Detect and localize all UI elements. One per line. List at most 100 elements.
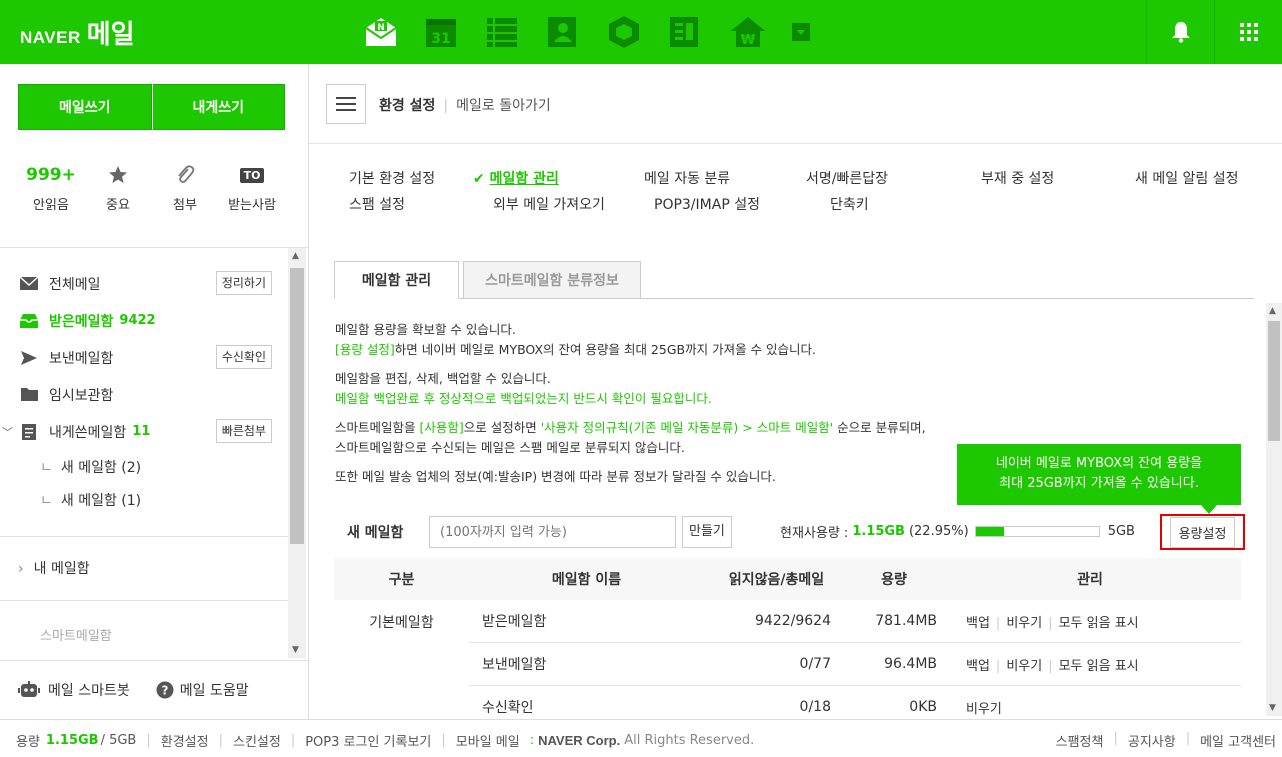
notification-bell-icon[interactable] — [1146, 0, 1214, 64]
quick-important[interactable]: 중요 — [85, 162, 151, 213]
new-mailbox-input[interactable] — [429, 516, 676, 548]
col-size: 용량 — [881, 572, 907, 588]
mark-all-read-link[interactable]: 모두 읽음 표시 — [1059, 659, 1139, 674]
footer-settings-link[interactable]: 환경설정 — [161, 731, 209, 750]
footer-skin-link[interactable]: 스킨설정 — [233, 731, 281, 750]
table-header: 구분 메일함 이름 읽지않음/총메일 용량 관리 — [334, 558, 1241, 600]
capacity-setting-button[interactable]: 용량설정 — [1169, 516, 1236, 548]
row-mailbox-name[interactable]: 보낸메일함 — [469, 654, 704, 674]
pay-icon[interactable]: ₩ — [730, 14, 791, 50]
tab-smart-mailbox-info[interactable]: 스마트메일함 분류정보 — [463, 261, 641, 299]
empty-link[interactable]: 비우기 — [966, 702, 1002, 717]
folder-self[interactable]: ﹀ 내게쓴메일함 11 빠른첨부 — [0, 413, 288, 450]
table-row: 보낸메일함 0/77 96.4MB 백업 | 비우기 | 모두 읽음 표시 — [334, 643, 1241, 686]
row-mailbox-name[interactable]: 받은메일함 — [469, 611, 704, 631]
unread-count: 999+ — [26, 165, 76, 185]
scroll-thumb[interactable] — [290, 268, 304, 544]
sub-folder-item[interactable]: ㄴ 새 메일함 (2) — [0, 450, 288, 483]
my-mailbox-toggle[interactable]: › 내 메일함 — [18, 558, 90, 578]
backup-link[interactable]: 백업 — [966, 616, 990, 631]
scroll-down-arrow-icon[interactable]: ▼ — [1269, 703, 1276, 713]
menu-signature[interactable]: 서명/빠른답장 — [806, 168, 888, 188]
footer-usage-label: 용량 — [16, 735, 40, 750]
quick-label-attachment: 첨부 — [173, 198, 197, 213]
scroll-up-arrow-icon[interactable]: ▲ — [1269, 306, 1276, 316]
quick-recipient[interactable]: TO 받는사람 — [219, 162, 285, 213]
quick-attachment[interactable]: 첨부 — [152, 162, 218, 213]
menu-pop3-imap[interactable]: POP3/IMAP 설정 — [654, 194, 760, 214]
menu-shortcuts[interactable]: 단축키 — [830, 194, 869, 214]
menu-auto-sort[interactable]: 메일 자동 분류 — [644, 168, 730, 188]
scroll-thumb[interactable] — [1268, 321, 1280, 441]
quick-attach-button[interactable]: 빠른첨부 — [215, 419, 272, 443]
folder-drafts[interactable]: 임시보관함 — [0, 376, 288, 413]
folder-all[interactable]: 전체메일 정리하기 — [0, 265, 288, 302]
footer-corp[interactable]: NAVER Corp. — [538, 733, 620, 748]
sidebar-divider — [0, 660, 309, 661]
empty-link[interactable]: 비우기 — [1006, 616, 1042, 631]
quick-unread[interactable]: 999+ 안읽음 — [18, 162, 84, 213]
box-icon[interactable] — [608, 14, 669, 50]
footer-separator: | — [441, 733, 446, 748]
scroll-down-arrow-icon[interactable]: ▼ — [292, 645, 299, 655]
create-mailbox-button[interactable]: 만들기 — [682, 516, 732, 548]
notice-link[interactable]: 공지사항 — [1128, 731, 1176, 750]
tab-bar: 메일함 관리 스마트메일함 분류정보 — [334, 261, 1254, 299]
spam-policy-link[interactable]: 스팸정책 — [1056, 731, 1104, 750]
capacity-tooltip: 네이버 메일로 MYBOX의 잔여 용량을 최대 25GB까지 가져올 수 있습… — [957, 444, 1241, 514]
back-to-mail-link[interactable]: 메일로 돌아가기 — [456, 98, 551, 114]
compose-self-button[interactable]: 내게쓰기 — [151, 84, 285, 130]
sidebar-scrollbar[interactable]: ▲ ▼ — [288, 248, 306, 658]
menu-out-of-office[interactable]: 부재 중 설정 — [981, 168, 1054, 188]
menu-basic-settings[interactable]: 기본 환경 설정 — [349, 168, 435, 188]
row-size: 781.4MB — [875, 613, 937, 629]
note-icon[interactable] — [669, 14, 730, 50]
empty-link[interactable]: 비우기 — [1006, 659, 1042, 674]
folder-label: 내게쓴메일함 — [49, 424, 127, 441]
mail-app-icon[interactable]: N — [364, 14, 425, 50]
folder-inbox[interactable]: 받은메일함 9422 — [0, 302, 288, 339]
tooltip-line: 네이버 메일로 MYBOX의 잔여 용량을 — [995, 456, 1203, 471]
naver-mail-logo[interactable]: NAVER 메일 — [20, 14, 135, 51]
menu-mailbox-manage[interactable]: ✔ 메일함 관리 — [473, 168, 559, 188]
more-dropdown-icon[interactable] — [791, 14, 852, 50]
desc-text: 메일함 용량을 확보할 수 있습니다. — [335, 322, 516, 337]
folder-sent[interactable]: 보낸메일함 수신확인 — [0, 339, 288, 376]
row-mailbox-name[interactable]: 수신확인 — [469, 697, 704, 717]
main-scrollbar[interactable]: ▲ ▼ — [1266, 303, 1282, 716]
smartbot-link[interactable]: 메일 스마트봇 — [18, 680, 130, 700]
quick-label-unread: 안읽음 — [33, 198, 69, 213]
chevron-down-icon[interactable]: ﹀ — [2, 424, 13, 440]
calendar-icon[interactable]: 31 — [425, 14, 486, 50]
scroll-up-arrow-icon[interactable]: ▲ — [292, 251, 299, 261]
menu-spam[interactable]: 스팸 설정 — [349, 194, 405, 214]
help-link[interactable]: ? 메일 도움말 — [156, 680, 249, 700]
quick-label-recipient: 받는사람 — [228, 198, 276, 213]
footer-pop3-log-link[interactable]: POP3 로그인 기록보기 — [305, 731, 431, 750]
app-grid-icon[interactable] — [1214, 0, 1282, 64]
row-counts: 0/77 — [799, 656, 831, 672]
hamburger-menu-icon[interactable] — [326, 84, 366, 124]
col-manage: 관리 — [1077, 572, 1103, 588]
cleanup-button[interactable]: 정리하기 — [215, 271, 272, 295]
compose-mail-button[interactable]: 메일쓰기 — [18, 84, 152, 130]
contacts-icon[interactable] — [547, 14, 608, 50]
breadcrumb: 환경 설정 | 메일로 돌아가기 — [379, 95, 551, 115]
desc-edit: 메일함을 편집, 삭제, 백업할 수 있습니다. 메일함 백업완료 후 정상적으… — [335, 369, 1235, 409]
folder-icon — [18, 386, 40, 404]
sub-folder-item[interactable]: ㄴ 새 메일함 (1) — [0, 483, 288, 516]
desc-text: 메일함을 편집, 삭제, 백업할 수 있습니다. — [335, 371, 551, 386]
customer-center-link[interactable]: 메일 고객센터 — [1200, 731, 1276, 750]
inbox-count: 9422 — [119, 313, 156, 328]
footer-mobile-link[interactable]: 모바일 메일 — [456, 731, 520, 750]
tab-mailbox-manage[interactable]: 메일함 관리 — [334, 261, 459, 299]
menu-new-mail-alert[interactable]: 새 메일 알림 설정 — [1135, 168, 1239, 188]
menu-external-mail[interactable]: 외부 메일 가져오기 — [493, 194, 605, 214]
capacity-setting-link[interactable]: [용량 설정] — [335, 342, 395, 357]
read-receipt-button[interactable]: 수신확인 — [215, 345, 272, 369]
list-icon[interactable] — [486, 14, 547, 50]
smart-mailbox[interactable]: 스마트메일함 — [40, 625, 112, 644]
mark-all-read-link[interactable]: 모두 읽음 표시 — [1059, 616, 1139, 631]
backup-link[interactable]: 백업 — [966, 659, 990, 674]
usage-indicator: 현재사용량 : 1.15GB (22.95%) 5GB — [780, 522, 1135, 541]
